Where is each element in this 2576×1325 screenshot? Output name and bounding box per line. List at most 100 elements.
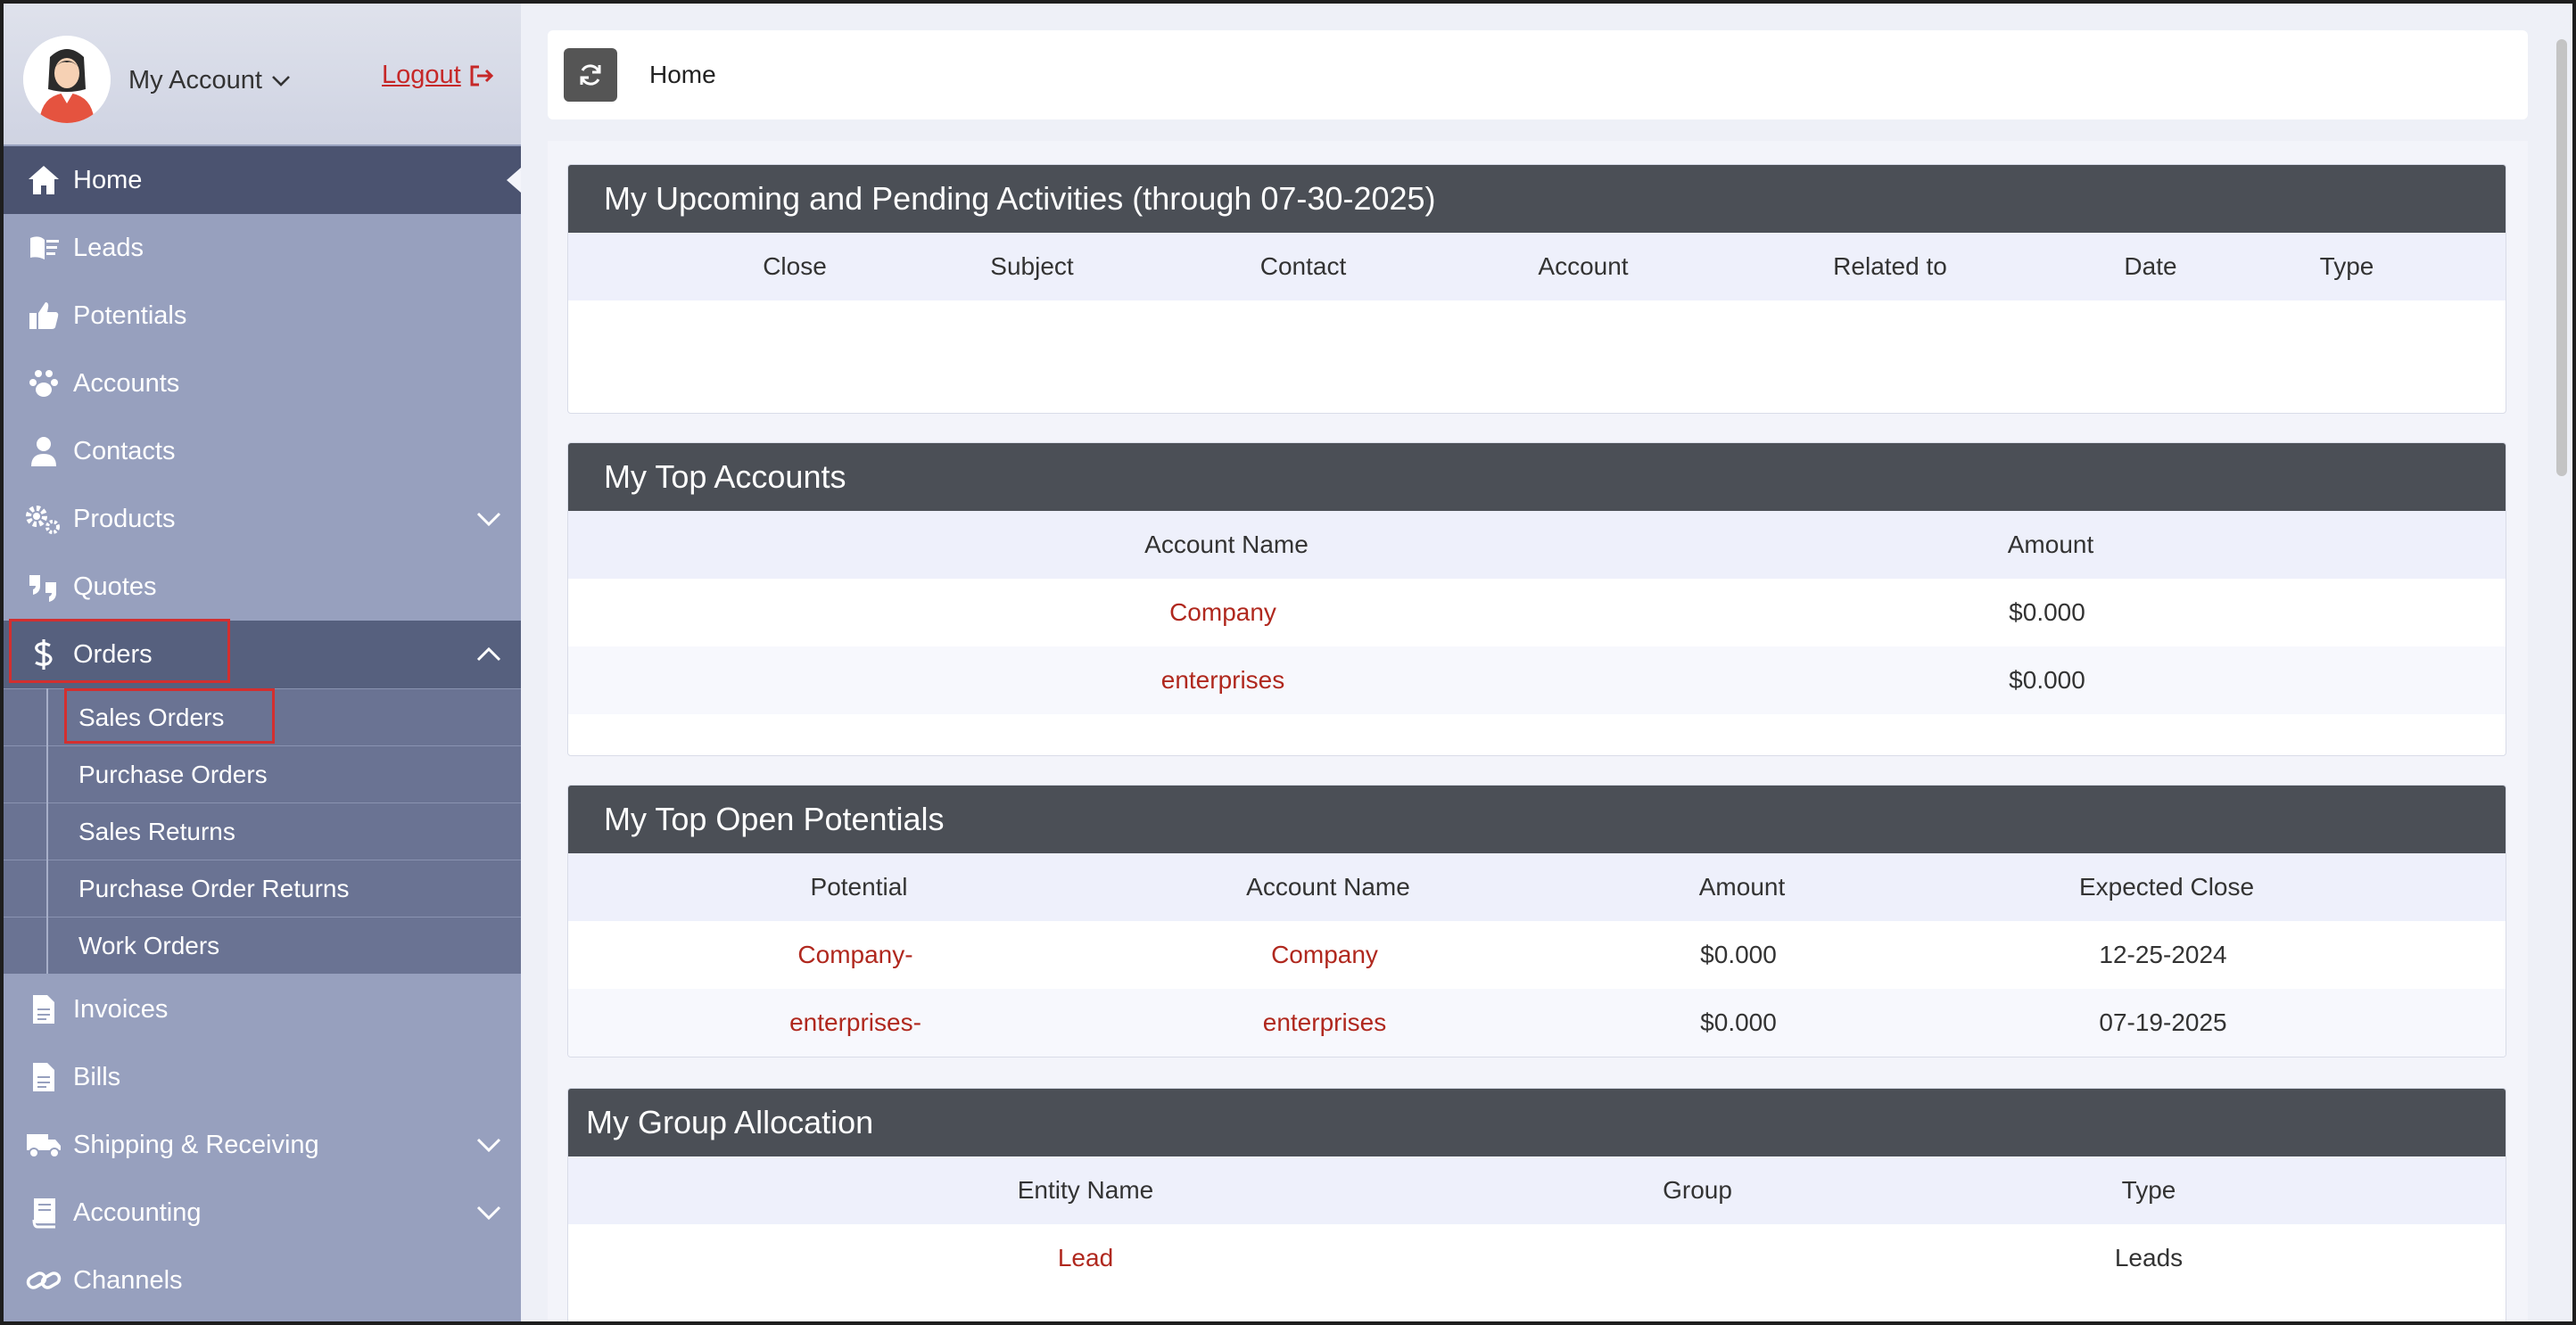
document-icon — [25, 1058, 62, 1096]
top-potentials-panel: My Top Open Potentials Potential Account… — [567, 785, 2506, 1058]
book-icon — [25, 1194, 62, 1231]
column-header[interactable]: Related to — [1833, 233, 1947, 300]
table-row: Company- Company $0.000 12-25-2024 — [568, 921, 2506, 989]
sidebar-item-label: Orders — [73, 639, 153, 669]
sidebar-item-potentials[interactable]: Potentials — [4, 282, 521, 350]
top-bar: Home — [548, 30, 2528, 119]
sidebar-item-accounting[interactable]: Accounting — [4, 1179, 521, 1247]
column-header[interactable]: Close — [763, 233, 827, 300]
sidebar-item-products[interactable]: Products — [4, 485, 521, 553]
column-header[interactable]: Expected Close — [2079, 853, 2254, 921]
panel-title: My Upcoming and Pending Activities (thro… — [568, 165, 2506, 233]
sidebar-item-bills[interactable]: Bills — [4, 1043, 521, 1111]
gears-icon — [25, 500, 62, 538]
column-header[interactable]: Account — [1538, 233, 1628, 300]
quote-icon — [25, 568, 62, 605]
chevron-down-icon — [476, 1206, 501, 1221]
panel-title: My Top Accounts — [568, 443, 2506, 511]
sidebar-item-label: Shipping & Receiving — [73, 1130, 319, 1159]
column-header[interactable]: Type — [2320, 233, 2374, 300]
sidebar-item-label: Potentials — [73, 300, 187, 330]
column-header[interactable]: Contact — [1260, 233, 1347, 300]
my-account-label: My Account — [128, 66, 262, 95]
activities-panel: My Upcoming and Pending Activities (thro… — [567, 164, 2506, 414]
my-account-menu[interactable]: My Account — [128, 66, 291, 95]
sidebar-subitem-label: Purchase Order Returns — [78, 874, 350, 902]
sidebar-item-label: Accounting — [73, 1197, 202, 1227]
table-row: Lead Leads — [568, 1224, 2506, 1292]
sidebar-item-leads[interactable]: Leads — [4, 214, 521, 282]
sidebar: My Account Logout Home Leads Potentials … — [4, 4, 521, 1321]
column-header[interactable]: Type — [2122, 1156, 2176, 1224]
sidebar-item-home[interactable]: Home — [4, 146, 521, 214]
logout-link[interactable]: Logout — [382, 61, 495, 90]
account-link[interactable]: Company — [1169, 579, 1276, 646]
sidebar-item-accounts[interactable]: Accounts — [4, 350, 521, 417]
column-header[interactable]: Potential — [811, 853, 908, 921]
sidebar-subitem-label: Purchase Orders — [78, 760, 268, 788]
dashboard-content: My Upcoming and Pending Activities (thro… — [548, 141, 2528, 1321]
amount-value: $0.000 — [1700, 1008, 1777, 1036]
account-header: My Account Logout — [4, 4, 521, 144]
column-header[interactable]: Amount — [2008, 511, 2094, 579]
scrollbar[interactable] — [2556, 39, 2567, 476]
submenu-tree-line — [46, 688, 48, 974]
sidebar-item-label: Home — [73, 165, 143, 194]
sidebar-item-shipping-receiving[interactable]: Shipping & Receiving — [4, 1111, 521, 1179]
sidebar-subitem-label: Sales Orders — [78, 703, 225, 731]
document-icon — [25, 991, 62, 1028]
column-header[interactable]: Account Name — [1246, 853, 1410, 921]
top-accounts-panel: My Top Accounts Account Name Amount Comp… — [567, 442, 2506, 756]
amount-value: $0.000 — [2009, 598, 2085, 626]
amount-value: $0.000 — [1700, 941, 1777, 968]
column-header[interactable]: Subject — [990, 233, 1073, 300]
table-row: enterprises $0.000 — [568, 646, 2506, 714]
sidebar-item-label: Contacts — [73, 436, 176, 465]
table-header: Potential Account Name Amount Expected C… — [568, 853, 2506, 921]
truck-icon — [25, 1126, 62, 1164]
leads-icon — [25, 229, 62, 267]
breadcrumb: Home — [649, 61, 716, 88]
sidebar-item-label: Quotes — [73, 572, 157, 601]
sidebar-subitem-purchase-order-returns[interactable]: Purchase Order Returns — [4, 860, 521, 917]
sidebar-item-label: Bills — [73, 1062, 121, 1091]
panel-title: My Top Open Potentials — [568, 786, 2506, 853]
column-header[interactable]: Account Name — [1144, 511, 1309, 579]
chevron-down-icon — [476, 1138, 501, 1153]
sidebar-subitem-label: Sales Returns — [78, 817, 235, 845]
expected-close-value: 12-25-2024 — [2099, 941, 2227, 968]
account-link[interactable]: Company — [1271, 921, 1378, 989]
sidebar-item-orders[interactable]: Orders — [4, 621, 521, 688]
thumbs-up-icon — [25, 297, 62, 334]
column-header[interactable]: Entity Name — [1018, 1156, 1154, 1224]
sidebar-item-quotes[interactable]: Quotes — [4, 553, 521, 621]
panel-title: My Group Allocation — [568, 1089, 2506, 1156]
sidebar-item-contacts[interactable]: Contacts — [4, 417, 521, 485]
group-allocation-panel: My Group Allocation Entity Name Group Ty… — [567, 1088, 2506, 1321]
refresh-button[interactable] — [564, 48, 617, 102]
column-header[interactable]: Date — [2124, 233, 2176, 300]
account-link[interactable]: enterprises — [1161, 646, 1285, 714]
potential-link[interactable]: enterprises- — [789, 989, 921, 1057]
avatar-icon — [23, 36, 111, 123]
account-link[interactable]: enterprises — [1263, 989, 1387, 1057]
sidebar-item-label: Products — [73, 504, 176, 533]
sidebar-item-label: Channels — [73, 1265, 183, 1295]
app-window: My Account Logout Home Leads Potentials … — [0, 0, 2576, 1325]
entity-link[interactable]: Lead — [1058, 1224, 1113, 1292]
sidebar-subitem-work-orders[interactable]: Work Orders — [4, 917, 521, 974]
sidebar-item-invoices[interactable]: Invoices — [4, 975, 521, 1043]
potential-link[interactable]: Company- — [797, 921, 912, 989]
refresh-icon — [580, 64, 601, 86]
active-pointer-icon — [507, 168, 521, 193]
logout-label: Logout — [382, 61, 461, 89]
column-header[interactable]: Amount — [1699, 853, 1786, 921]
column-header[interactable]: Group — [1663, 1156, 1732, 1224]
paw-icon — [25, 365, 62, 402]
sidebar-item-channels[interactable]: Channels — [4, 1247, 521, 1314]
sidebar-subitem-sales-returns[interactable]: Sales Returns — [4, 802, 521, 860]
home-icon — [25, 161, 62, 199]
sidebar-subitem-purchase-orders[interactable]: Purchase Orders — [4, 745, 521, 802]
avatar[interactable] — [23, 36, 111, 123]
sidebar-subitem-sales-orders[interactable]: Sales Orders — [4, 688, 521, 745]
